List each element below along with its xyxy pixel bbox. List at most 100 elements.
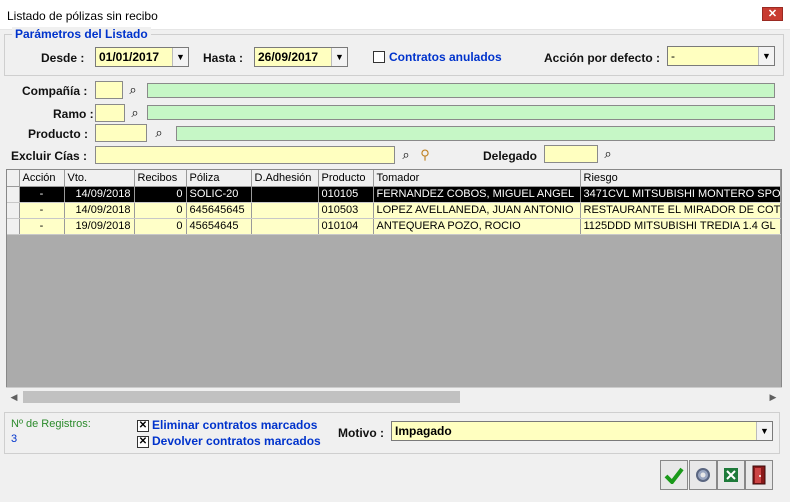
anulados-label: Contratos anulados <box>389 50 502 64</box>
accion-defecto-label: Acción por defecto : <box>544 51 661 65</box>
polizas-table: Acción Vto. Recibos Póliza D.Adhesión Pr… <box>7 170 781 235</box>
window-title: Listado de pólizas sin recibo <box>7 9 158 23</box>
cell-vto[interactable]: 14/09/2018 <box>64 202 135 219</box>
producto-code-input[interactable] <box>95 124 147 142</box>
col-header-accion[interactable]: Acción <box>19 170 65 187</box>
row-indicator-header <box>7 170 20 187</box>
magnifier-icon[interactable]: ⚲ <box>416 146 434 164</box>
scroll-left-icon[interactable]: ◀ <box>8 391 20 403</box>
cell-producto[interactable]: 010503 <box>318 202 374 219</box>
table-row[interactable]: - 14/09/2018 0 SOLIC-20 010105 FERNANDEZ… <box>7 186 781 203</box>
producto-label: Producto : <box>28 127 88 141</box>
cell-accion[interactable]: - <box>19 202 65 219</box>
col-header-tomador[interactable]: Tomador <box>373 170 581 187</box>
cell-tomador[interactable]: FERNANDEZ COBOS, MIGUEL ANGEL <box>373 186 581 203</box>
cell-riesgo[interactable]: 1125DDD MITSUBISHI TREDIA 1.4 GL <box>580 218 781 235</box>
desde-label: Desde : <box>41 51 85 65</box>
cell-producto[interactable]: 010105 <box>318 186 374 203</box>
cell-recibos[interactable]: 0 <box>134 186 187 203</box>
col-header-riesgo[interactable]: Riesgo <box>580 170 781 187</box>
scroll-right-icon[interactable]: ▶ <box>767 391 779 403</box>
cell-poliza[interactable]: SOLIC-20 <box>186 186 252 203</box>
binoculars-icon[interactable]: ⌕ <box>124 81 142 99</box>
delegado-input[interactable] <box>544 145 598 163</box>
col-header-adhesion[interactable]: D.Adhesión <box>251 170 319 187</box>
compania-code-input[interactable] <box>95 81 123 99</box>
cell-vto[interactable]: 14/09/2018 <box>64 186 135 203</box>
anulados-checkbox[interactable] <box>373 51 385 63</box>
binoculars-icon[interactable]: ⌕ <box>150 124 168 142</box>
motivo-label: Motivo : <box>338 426 384 440</box>
binoculars-icon[interactable]: ⌕ <box>126 104 144 122</box>
check-icon <box>664 467 684 484</box>
polizas-grid[interactable]: Acción Vto. Recibos Póliza D.Adhesión Pr… <box>6 169 782 405</box>
exit-button[interactable] <box>745 460 773 490</box>
grid-header-row: Acción Vto. Recibos Póliza D.Adhesión Pr… <box>7 170 781 187</box>
motivo-select[interactable]: Impagado ▼ <box>391 421 773 441</box>
cell-riesgo[interactable]: RESTAURANTE EL MIRADOR DE COTO <box>580 202 781 219</box>
parametros-legend: Parámetros del Listado <box>12 27 151 41</box>
compania-name-field <box>147 83 775 98</box>
cell-tomador[interactable]: ANTEQUERA POZO, ROCIO <box>373 218 581 235</box>
registros-count: 3 <box>11 433 18 445</box>
chevron-down-icon[interactable]: ▼ <box>756 422 772 440</box>
close-button[interactable]: ✕ <box>762 7 783 21</box>
desde-value: 01/01/2017 <box>99 50 160 64</box>
cell-poliza[interactable]: 45654645 <box>186 218 252 235</box>
binoculars-icon[interactable]: ⌕ <box>599 145 617 163</box>
excel-icon <box>724 468 738 482</box>
cell-accion[interactable]: - <box>19 186 65 203</box>
cell-adhesion[interactable] <box>251 202 319 219</box>
col-header-recibos[interactable]: Recibos <box>134 170 187 187</box>
exit-door-icon <box>752 465 766 485</box>
cell-riesgo[interactable]: 3471CVL MITSUBISHI MONTERO SPOR <box>580 186 781 203</box>
binoculars-icon[interactable]: ⌕ <box>397 146 415 164</box>
row-indicator[interactable] <box>7 202 20 219</box>
ramo-label: Ramo : <box>53 107 94 121</box>
cell-adhesion[interactable] <box>251 218 319 235</box>
cell-producto[interactable]: 010104 <box>318 218 374 235</box>
cell-poliza[interactable]: 645645645 <box>186 202 252 219</box>
hasta-label: Hasta : <box>203 51 244 65</box>
cell-tomador[interactable]: LOPEZ AVELLANEDA, JUAN ANTONIO <box>373 202 581 219</box>
accion-defecto-select[interactable]: - ▼ <box>667 46 775 66</box>
hasta-date-picker[interactable]: 26/09/2017 ▼ <box>254 47 348 67</box>
registros-label: Nº de Registros: <box>11 418 91 430</box>
eliminar-label: Eliminar contratos marcados <box>152 418 318 432</box>
table-row[interactable]: - 19/09/2018 0 45654645 010104 ANTEQUERA… <box>7 218 781 235</box>
motivo-value: Impagado <box>395 424 452 438</box>
hasta-value: 26/09/2017 <box>258 50 319 64</box>
table-row[interactable]: - 14/09/2018 0 645645645 010503 LOPEZ AV… <box>7 202 781 219</box>
excluir-cias-label: Excluir Cías : <box>11 149 88 163</box>
chevron-down-icon[interactable]: ▼ <box>758 47 774 65</box>
accept-button[interactable] <box>660 460 688 490</box>
ramo-name-field <box>147 105 775 120</box>
devolver-label: Devolver contratos marcados <box>152 434 321 448</box>
row-indicator[interactable] <box>7 218 20 235</box>
eliminar-checkbox[interactable]: ✕ <box>137 420 149 432</box>
chevron-down-icon[interactable]: ▼ <box>331 48 347 66</box>
gear-icon <box>696 468 710 482</box>
accion-defecto-value: - <box>671 49 675 63</box>
devolver-checkbox[interactable]: ✕ <box>137 436 149 448</box>
row-indicator[interactable] <box>7 186 20 203</box>
cell-vto[interactable]: 19/09/2018 <box>64 218 135 235</box>
delegado-label: Delegado <box>483 149 538 163</box>
desde-date-picker[interactable]: 01/01/2017 ▼ <box>95 47 189 67</box>
cell-adhesion[interactable] <box>251 186 319 203</box>
chevron-down-icon[interactable]: ▼ <box>172 48 188 66</box>
horizontal-scrollbar[interactable]: ◀ ▶ <box>6 387 782 405</box>
cell-accion[interactable]: - <box>19 218 65 235</box>
excluir-cias-input[interactable] <box>95 146 395 164</box>
col-header-producto[interactable]: Producto <box>318 170 374 187</box>
settings-button[interactable] <box>689 460 717 490</box>
producto-name-field <box>176 126 775 141</box>
cell-recibos[interactable]: 0 <box>134 218 187 235</box>
cell-recibos[interactable]: 0 <box>134 202 187 219</box>
excel-export-button[interactable] <box>717 460 745 490</box>
ramo-code-input[interactable] <box>95 104 125 122</box>
col-header-poliza[interactable]: Póliza <box>186 170 252 187</box>
compania-label: Compañía : <box>22 84 88 98</box>
col-header-vto[interactable]: Vto. <box>64 170 135 187</box>
scroll-thumb[interactable] <box>23 391 460 403</box>
